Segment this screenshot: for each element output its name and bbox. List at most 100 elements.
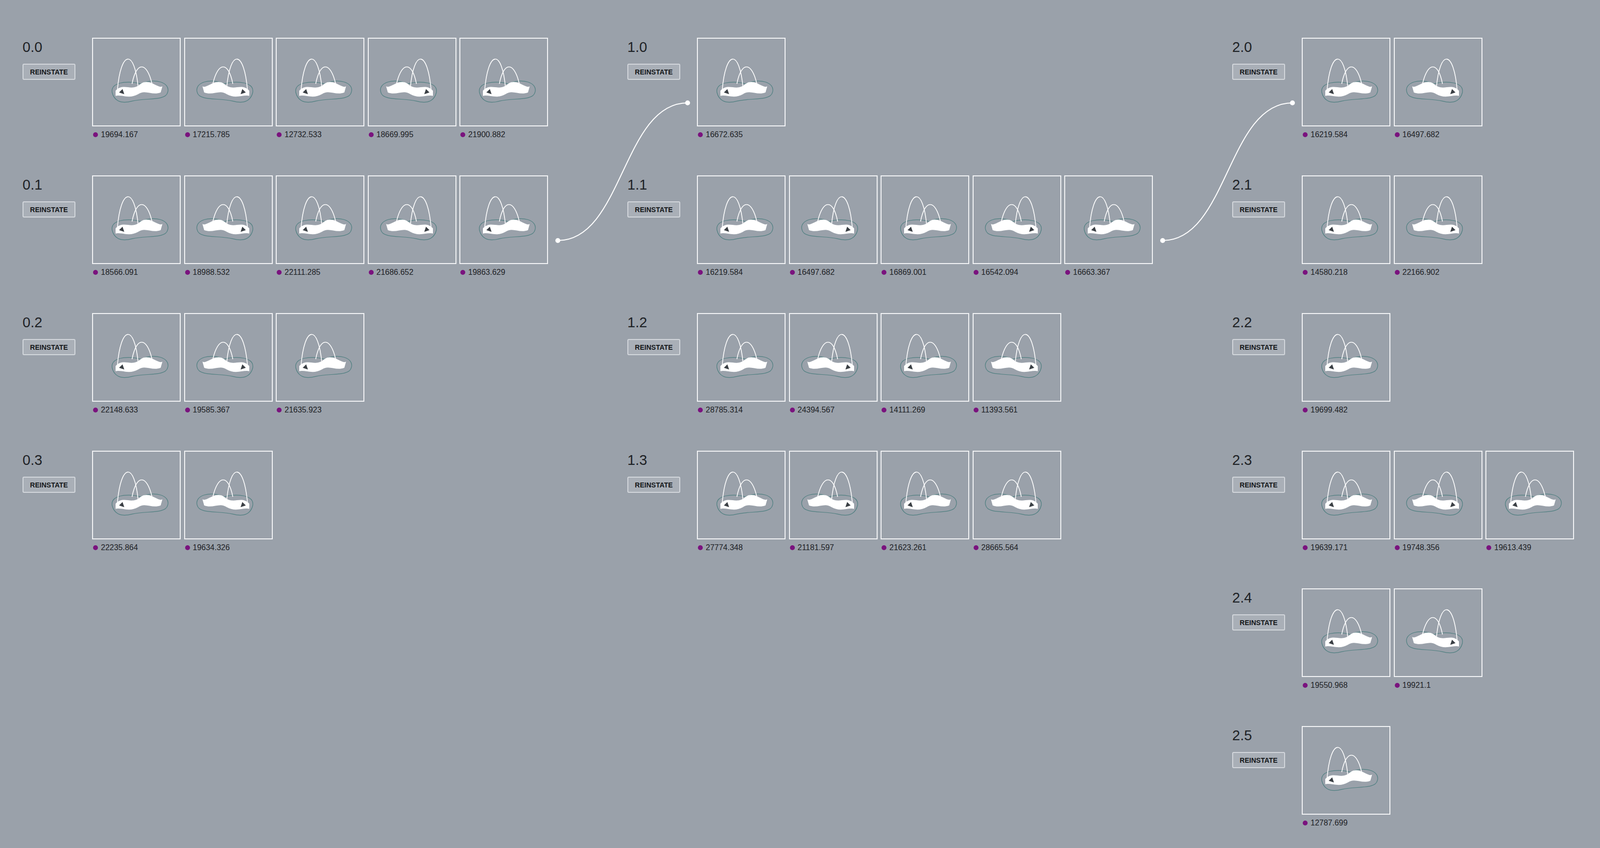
design-thumbnail[interactable] <box>1485 450 1575 540</box>
design-item[interactable]: 19863.629 <box>459 175 549 278</box>
design-item[interactable]: 16219.584 <box>696 175 786 278</box>
design-thumbnail[interactable] <box>92 450 181 540</box>
design-item[interactable]: 19634.326 <box>184 450 273 553</box>
design-item[interactable]: 14580.218 <box>1301 175 1391 278</box>
design-thumbnail[interactable] <box>972 450 1062 540</box>
design-thumbnail[interactable] <box>92 175 181 264</box>
design-thumbnail[interactable] <box>788 175 878 264</box>
design-thumbnail[interactable] <box>972 312 1062 402</box>
design-item[interactable]: 16869.001 <box>880 175 970 278</box>
reinstate-button[interactable]: REINSTATE <box>22 476 76 493</box>
design-thumbnail[interactable] <box>1393 37 1483 127</box>
design-item[interactable]: 28785.314 <box>696 312 786 415</box>
design-thumbnail[interactable] <box>459 37 549 127</box>
design-thumbnail[interactable] <box>880 312 970 402</box>
design-list: 16672.635 <box>696 37 786 140</box>
design-item[interactable]: 19921.1 <box>1393 588 1483 691</box>
design-thumbnail[interactable] <box>184 312 273 402</box>
design-thumbnail[interactable] <box>1393 450 1483 540</box>
design-thumbnail[interactable] <box>972 175 1062 264</box>
design-item[interactable]: 19613.439 <box>1485 450 1575 553</box>
design-thumbnail[interactable] <box>788 312 878 402</box>
reinstate-button[interactable]: REINSTATE <box>627 476 681 493</box>
design-item[interactable]: 12732.533 <box>275 37 365 140</box>
design-thumbnail[interactable] <box>92 37 181 127</box>
design-item[interactable]: 19550.968 <box>1301 588 1391 691</box>
design-item[interactable]: 21623.261 <box>880 450 970 553</box>
design-item[interactable]: 21635.923 <box>275 312 365 415</box>
design-thumbnail[interactable] <box>184 175 273 264</box>
design-item[interactable]: 18669.995 <box>367 37 457 140</box>
design-item[interactable]: 19639.171 <box>1301 450 1391 553</box>
design-thumbnail[interactable] <box>275 312 365 402</box>
design-item[interactable]: 21900.882 <box>459 37 549 140</box>
design-thumbnail[interactable] <box>696 450 786 540</box>
design-item[interactable]: 16497.682 <box>788 175 878 278</box>
design-item[interactable]: 11393.561 <box>972 312 1062 415</box>
design-list: 12787.699 <box>1301 725 1391 828</box>
design-thumbnail[interactable] <box>1301 450 1391 540</box>
design-thumbnail[interactable] <box>880 175 970 264</box>
design-thumbnail[interactable] <box>367 175 457 264</box>
reinstate-button[interactable]: REINSTATE <box>627 63 681 80</box>
design-item[interactable]: 16672.635 <box>696 37 786 140</box>
design-thumbnail[interactable] <box>1393 588 1483 677</box>
design-thumbnail[interactable] <box>275 175 365 264</box>
design-item[interactable]: 21686.652 <box>367 175 457 278</box>
design-item[interactable]: 19699.482 <box>1301 312 1391 415</box>
design-thumbnail[interactable] <box>788 450 878 540</box>
design-item[interactable]: 24394.567 <box>788 312 878 415</box>
design-item[interactable]: 16663.367 <box>1064 175 1153 278</box>
design-thumbnail[interactable] <box>1301 588 1391 677</box>
design-item[interactable]: 22166.902 <box>1393 175 1483 278</box>
design-item[interactable]: 16542.094 <box>972 175 1062 278</box>
design-thumbnail[interactable] <box>275 37 365 127</box>
design-thumbnail[interactable] <box>92 312 181 402</box>
design-item[interactable]: 19748.356 <box>1393 450 1483 553</box>
design-thumbnail[interactable] <box>459 175 549 264</box>
design-item[interactable]: 21181.597 <box>788 450 878 553</box>
design-thumbnail[interactable] <box>1393 175 1483 264</box>
design-thumbnail[interactable] <box>696 175 786 264</box>
reinstate-button[interactable]: REINSTATE <box>1232 338 1286 356</box>
reinstate-button[interactable]: REINSTATE <box>1232 614 1286 631</box>
design-thumbnail[interactable] <box>1301 725 1391 815</box>
design-item[interactable]: 12787.699 <box>1301 725 1391 828</box>
design-item[interactable]: 16497.682 <box>1393 37 1483 140</box>
reinstate-button[interactable]: REINSTATE <box>1232 63 1286 80</box>
design-item[interactable]: 22235.864 <box>92 450 181 553</box>
design-list: 16219.584 16497.682 <box>1301 37 1483 140</box>
design-item[interactable]: 22148.633 <box>92 312 181 415</box>
reinstate-button[interactable]: REINSTATE <box>1232 201 1286 218</box>
design-thumbnail[interactable] <box>1301 175 1391 264</box>
reinstate-button[interactable]: REINSTATE <box>627 201 681 218</box>
design-item[interactable]: 18988.532 <box>184 175 273 278</box>
design-item[interactable]: 14111.269 <box>880 312 970 415</box>
design-item[interactable]: 16219.584 <box>1301 37 1391 140</box>
reinstate-button[interactable]: REINSTATE <box>22 338 76 356</box>
reinstate-button[interactable]: REINSTATE <box>22 63 76 80</box>
design-item[interactable]: 18566.091 <box>92 175 181 278</box>
design-thumbnail[interactable] <box>367 37 457 127</box>
reinstate-button[interactable]: REINSTATE <box>1232 751 1286 768</box>
design-fitness: 18669.995 <box>367 129 457 140</box>
design-item[interactable]: 22111.285 <box>275 175 365 278</box>
reinstate-button[interactable]: REINSTATE <box>1232 476 1286 493</box>
reinstate-button[interactable]: REINSTATE <box>22 201 76 218</box>
design-item[interactable]: 19585.367 <box>184 312 273 415</box>
design-item[interactable]: 27774.348 <box>696 450 786 553</box>
design-item[interactable]: 19694.167 <box>92 37 181 140</box>
design-thumbnail[interactable] <box>1301 37 1391 127</box>
design-thumbnail[interactable] <box>696 37 786 127</box>
design-thumbnail[interactable] <box>880 450 970 540</box>
design-item[interactable]: 28665.564 <box>972 450 1062 553</box>
design-thumbnail[interactable] <box>696 312 786 402</box>
design-thumbnail[interactable] <box>184 450 273 540</box>
reinstate-button[interactable]: REINSTATE <box>627 338 681 356</box>
design-thumbnail[interactable] <box>1064 175 1153 264</box>
design-thumbnail[interactable] <box>184 37 273 127</box>
design-preview-icon <box>1302 726 1390 814</box>
design-item[interactable]: 17215.785 <box>184 37 273 140</box>
fitness-value: 14580.218 <box>1310 267 1348 278</box>
design-thumbnail[interactable] <box>1301 312 1391 402</box>
